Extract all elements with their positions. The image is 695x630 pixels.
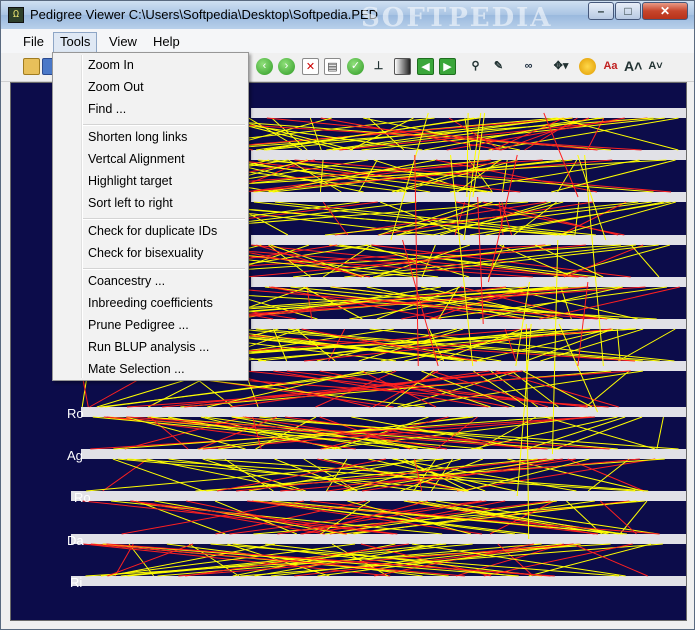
- tools-dropdown-menu: Zoom In Zoom Out Find ... Shorten long l…: [52, 52, 249, 381]
- menu-item-find[interactable]: Find ...: [53, 99, 248, 120]
- move-icon[interactable]: ✥▾: [549, 58, 573, 75]
- minimize-button[interactable]: –: [588, 2, 614, 20]
- pedigree-link: [437, 328, 523, 362]
- menu-help[interactable]: Help: [147, 32, 186, 51]
- back-icon[interactable]: ‹: [256, 58, 273, 75]
- pedigree-link: [351, 416, 529, 450]
- check-icon[interactable]: ✓: [347, 58, 364, 75]
- menu-item-shorten-links[interactable]: Shorten long links: [53, 127, 248, 148]
- pedigree-link: [435, 500, 659, 535]
- generation-row: [251, 192, 686, 202]
- generation-row: [251, 150, 686, 160]
- search-icon[interactable]: ⚲: [467, 58, 484, 75]
- menu-item-run-blup[interactable]: Run BLUP analysis ...: [53, 337, 248, 358]
- pedigree-link: [446, 117, 625, 151]
- pedigree-link: [112, 458, 204, 492]
- font-smaller-icon[interactable]: A˅: [647, 58, 664, 75]
- menu-item-check-duplicate-ids[interactable]: Check for duplicate IDs: [53, 221, 248, 242]
- menu-file[interactable]: File: [17, 32, 50, 51]
- menu-item-check-bisexuality[interactable]: Check for bisexuality: [53, 243, 248, 264]
- menu-separator: [83, 268, 245, 270]
- pedigree-viewer-window: Ω Pedigree Viewer C:\Users\Softpedia\Des…: [0, 0, 695, 630]
- window-title: Pedigree Viewer C:\Users\Softpedia\Deskt…: [30, 7, 379, 22]
- pedigree-link: [270, 244, 365, 278]
- row-name-label: Ro: [74, 490, 91, 505]
- pedigree-link: [502, 159, 508, 193]
- find-replace-icon[interactable]: ✎: [490, 58, 507, 75]
- menu-item-coancestry[interactable]: Coancestry ...: [53, 271, 248, 292]
- open-icon[interactable]: [23, 58, 40, 75]
- title-bar[interactable]: Ω Pedigree Viewer C:\Users\Softpedia\Des…: [1, 1, 694, 33]
- generation-row: [71, 534, 686, 544]
- right-arrow-icon[interactable]: ▶: [439, 58, 456, 75]
- generation-row: [251, 235, 686, 245]
- generation-row: [251, 277, 686, 287]
- generation-row: [71, 491, 686, 501]
- pedigree-link: [563, 244, 644, 278]
- pedigree-link: [230, 159, 431, 193]
- font-bigger-icon[interactable]: A˄: [624, 58, 642, 75]
- font-color-icon[interactable]: Aa: [602, 58, 619, 75]
- binoculars-icon[interactable]: ∞: [520, 58, 537, 75]
- menu-view[interactable]: View: [103, 32, 143, 51]
- gradient-icon[interactable]: [394, 58, 411, 75]
- menu-item-zoom-out[interactable]: Zoom Out: [53, 77, 248, 98]
- maximize-button[interactable]: □: [615, 2, 641, 20]
- menu-item-inbreeding-coefficients[interactable]: Inbreeding coefficients: [53, 293, 248, 314]
- pedigree-link: [616, 328, 621, 362]
- row-name-label: Ro: [67, 406, 84, 421]
- pedigree-link: [630, 244, 660, 278]
- menu-item-prune-pedigree[interactable]: Prune Pedigree ...: [53, 315, 248, 336]
- pedigree-link: [317, 543, 581, 577]
- pedigree-link: [600, 500, 637, 535]
- generation-row: [81, 449, 686, 459]
- print-icon[interactable]: ▤: [324, 58, 341, 75]
- row-name-label: Ri: [70, 575, 83, 590]
- close-button[interactable]: ✕: [642, 2, 688, 20]
- menu-separator: [83, 124, 245, 126]
- menu-tools[interactable]: Tools: [53, 32, 98, 53]
- menu-item-sort-left-to-right[interactable]: Sort left to right: [53, 193, 248, 214]
- menu-item-vertical-alignment[interactable]: Vertcal Alignment: [53, 149, 248, 170]
- generation-row: [71, 576, 686, 586]
- row-name-label: Da: [67, 533, 84, 548]
- menu-item-zoom-in[interactable]: Zoom In: [53, 55, 248, 76]
- tree-icon[interactable]: ⊥: [370, 58, 387, 75]
- menu-item-mate-selection[interactable]: Mate Selection ...: [53, 359, 248, 380]
- menu-bar: File Tools View Help: [1, 29, 694, 54]
- colors-icon[interactable]: [579, 58, 596, 75]
- menu-item-highlight-target[interactable]: Highlight target: [53, 171, 248, 192]
- row-name-label: Ag: [67, 448, 83, 463]
- menu-separator: [83, 218, 245, 220]
- delete-icon[interactable]: ✕: [302, 58, 319, 75]
- forward-icon[interactable]: ›: [278, 58, 295, 75]
- pedigree-link: [243, 159, 613, 193]
- generation-row: [251, 361, 686, 371]
- pedigree-link: [656, 416, 664, 450]
- left-arrow-icon[interactable]: ◀: [417, 58, 434, 75]
- pedigree-link: [619, 500, 648, 535]
- app-icon[interactable]: Ω: [8, 7, 24, 23]
- generation-row: [81, 407, 686, 417]
